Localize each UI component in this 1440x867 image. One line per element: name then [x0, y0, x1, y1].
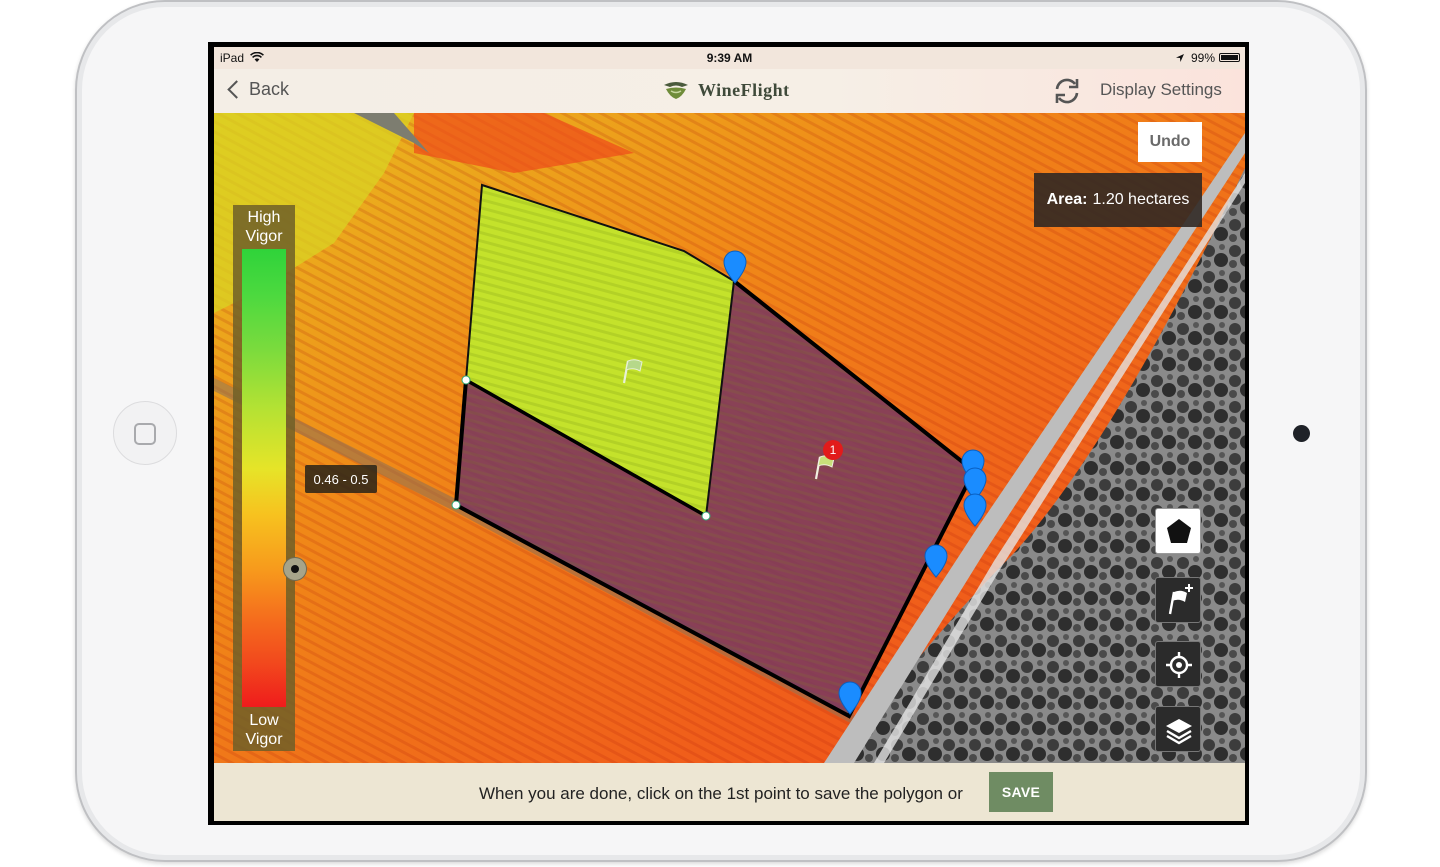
legend-low-label: Low Vigor	[245, 712, 283, 748]
legend-color-scale	[242, 249, 286, 707]
vertex-marker-icon[interactable]	[924, 544, 948, 578]
save-button[interactable]: SAVE	[989, 772, 1053, 812]
flag-count-badge: 1	[823, 440, 843, 460]
vertex-marker-icon[interactable]	[838, 681, 862, 715]
app-screen: iPad 9:39 AM 99% Back WineFlight Display…	[214, 47, 1245, 821]
undo-button[interactable]: Undo	[1138, 122, 1202, 162]
locate-icon	[1166, 652, 1192, 678]
area-readout: Area: 1.20 hectares	[1034, 173, 1202, 227]
vigor-map[interactable]: 1 High Vigor Low Vigor 0.46 - 0.5 Undo A…	[214, 113, 1245, 763]
layers-icon	[1166, 719, 1192, 745]
home-square-icon	[134, 423, 156, 445]
status-bar: iPad 9:39 AM 99%	[214, 47, 1245, 69]
add-flag-icon	[1168, 584, 1193, 615]
location-arrow-icon	[1175, 54, 1184, 62]
home-button[interactable]	[113, 401, 177, 465]
wineflight-logo-icon	[664, 82, 688, 99]
vertex-marker-icon[interactable]	[723, 250, 747, 284]
nav-bar: Back WineFlight Display Settings	[214, 69, 1245, 113]
instruction-message: When you are done, click on the 1st poin…	[479, 784, 963, 803]
polygon-tool-button[interactable]	[1155, 508, 1201, 554]
vertex-marker-icon[interactable]	[963, 493, 987, 527]
layers-button[interactable]	[1155, 706, 1201, 752]
add-flag-button[interactable]	[1155, 577, 1201, 623]
battery-icon	[1219, 53, 1240, 62]
legend-high-label: High Vigor	[245, 209, 283, 245]
vigor-legend: High Vigor Low Vigor	[233, 205, 307, 751]
flag-count-badge-text: 1	[829, 443, 837, 457]
status-right: 99%	[1175, 51, 1215, 65]
field-flag-icon[interactable]	[620, 357, 646, 385]
legend-slider-handle[interactable]	[283, 557, 307, 581]
bottom-bar: When you are done, click on the 1st poin…	[214, 763, 1245, 821]
status-time: 9:39 AM	[706, 51, 753, 65]
camera-dot	[1293, 425, 1310, 442]
area-value: 1.20 hectares	[1092, 191, 1190, 208]
area-label: Area:	[1046, 191, 1088, 208]
display-settings-button[interactable]: Display Settings	[1100, 80, 1222, 100]
refresh-icon	[1055, 78, 1079, 104]
locate-button[interactable]	[1155, 641, 1201, 687]
polygon-tool-icon	[1167, 519, 1191, 543]
refresh-button[interactable]	[1052, 75, 1082, 112]
back-label: Back	[249, 79, 290, 99]
chevron-left-icon	[227, 80, 246, 99]
battery-percent: 99%	[1190, 51, 1215, 65]
app-logo: WineFlight	[662, 79, 790, 101]
range-value-label: 0.46 - 0.5	[305, 465, 377, 493]
back-button[interactable]: Back	[226, 79, 289, 100]
app-title: WineFlight	[698, 79, 790, 100]
